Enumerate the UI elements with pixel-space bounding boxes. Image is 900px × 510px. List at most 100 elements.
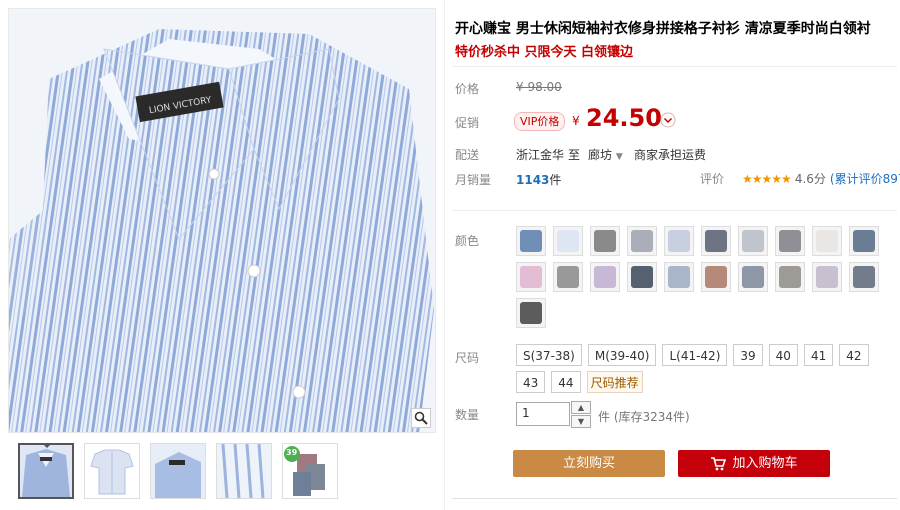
swatch-thumbnail xyxy=(520,230,542,252)
increment-icon[interactable]: ▲ xyxy=(571,401,591,414)
thumbnail-4[interactable] xyxy=(216,443,272,499)
size-options: S(37-38) M(39-40) L(41-42) 39 40 41 42 43 44 尺码推荐 xyxy=(516,344,886,393)
color-swatch[interactable] xyxy=(627,262,657,292)
divider xyxy=(452,66,897,67)
color-swatch[interactable] xyxy=(849,262,879,292)
color-swatch[interactable] xyxy=(516,298,546,328)
size-option[interactable]: 44 xyxy=(551,371,581,393)
size-option[interactable]: M(39-40) xyxy=(587,344,657,366)
ship-destination-select[interactable]: 廊坊 ▼ xyxy=(588,146,623,163)
sales-unit: 件 xyxy=(549,173,562,187)
cart-icon xyxy=(711,456,727,470)
stock-text: 件 (库存3234件) xyxy=(598,410,690,424)
currency-symbol: ¥ xyxy=(572,114,580,128)
size-option[interactable]: 42 xyxy=(839,344,869,366)
thumbnail-2[interactable] xyxy=(84,443,140,499)
color-swatch[interactable] xyxy=(553,262,583,292)
sales-label: 月销量 xyxy=(455,173,492,187)
ship-from: 浙江金华 xyxy=(516,148,565,162)
swatch-thumbnail xyxy=(631,266,653,288)
size-option[interactable]: S(37-38) xyxy=(516,344,582,366)
color-swatch[interactable] xyxy=(664,226,694,256)
color-swatches xyxy=(516,226,896,328)
swatch-thumbnail xyxy=(779,230,801,252)
product-title: 开心赚宝 男士休闲短袖衬衣修身拼接格子衬衫 清凉夏季时尚白领衬 xyxy=(455,21,871,37)
shipping-fee: 商家承担运费 xyxy=(634,148,707,162)
decrement-icon[interactable]: ▼ xyxy=(571,415,591,428)
ship-destination: 廊坊 xyxy=(588,148,613,162)
thumb-badge: 39 xyxy=(286,448,298,457)
divider xyxy=(452,498,897,499)
quantity-stepper: ▲ ▼ xyxy=(571,401,591,428)
rating-area: 评价 ★★★★★ 4.6分 (累计评价897) xyxy=(700,170,900,187)
swatch-thumbnail xyxy=(742,230,764,252)
price-label: 价格 xyxy=(455,82,480,96)
size-option[interactable]: 43 xyxy=(516,371,546,393)
swatch-thumbnail xyxy=(816,230,838,252)
swatch-thumbnail xyxy=(779,266,801,288)
color-swatch[interactable] xyxy=(775,262,805,292)
swatch-thumbnail xyxy=(557,266,579,288)
original-price: ¥ 98.00 xyxy=(516,80,562,94)
chevron-down-icon[interactable] xyxy=(660,112,676,128)
sale-price: 24.50 xyxy=(586,104,662,132)
quantity-input[interactable]: 1 xyxy=(516,402,570,426)
size-option[interactable]: 39 xyxy=(733,344,763,366)
column-divider xyxy=(444,0,445,510)
size-option[interactable]: 40 xyxy=(768,344,798,366)
buy-now-button[interactable]: 立刻购买 xyxy=(513,450,665,477)
size-recommend-link[interactable]: 尺码推荐 xyxy=(586,371,643,393)
color-swatch[interactable] xyxy=(590,262,620,292)
color-swatch[interactable] xyxy=(775,226,805,256)
size-option[interactable]: 41 xyxy=(803,344,834,366)
vip-badge: VIP价格 xyxy=(514,112,566,131)
size-option[interactable]: L(41-42) xyxy=(662,344,728,366)
ship-to-word: 至 xyxy=(568,148,581,162)
promo-label: 促销 xyxy=(455,116,480,130)
swatch-thumbnail xyxy=(594,230,616,252)
color-swatch[interactable] xyxy=(627,226,657,256)
main-product-image[interactable]: LION VICTORY xyxy=(8,8,436,433)
sales-count: 1143件 xyxy=(516,171,561,188)
color-swatch[interactable] xyxy=(516,262,546,292)
shirt-illustration: LION VICTORY xyxy=(9,9,435,432)
swatch-thumbnail xyxy=(594,266,616,288)
thumbnail-1[interactable] xyxy=(18,443,74,499)
color-swatch[interactable] xyxy=(701,226,731,256)
add-to-cart-button[interactable]: 加入购物车 xyxy=(678,450,830,477)
swatch-thumbnail xyxy=(520,266,542,288)
review-count-link[interactable]: (累计评价897) xyxy=(830,170,900,187)
promo-text: 特价秒杀中 只限今天 白领镶边 xyxy=(455,45,634,60)
swatch-thumbnail xyxy=(668,230,690,252)
magnifier-icon[interactable] xyxy=(411,408,431,428)
color-swatch[interactable] xyxy=(664,262,694,292)
swatch-thumbnail xyxy=(631,230,653,252)
rating-score: 4.6分 xyxy=(794,172,826,186)
thumbnail-strip: 39 xyxy=(18,443,338,501)
swatch-thumbnail xyxy=(853,266,875,288)
sales-number: 1143 xyxy=(516,173,550,187)
quantity-label: 数量 xyxy=(455,408,480,422)
rating-label: 评价 xyxy=(700,172,725,186)
color-swatch[interactable] xyxy=(849,226,879,256)
swatch-thumbnail xyxy=(853,230,875,252)
swatch-thumbnail xyxy=(742,266,764,288)
color-swatch[interactable] xyxy=(553,226,583,256)
color-swatch[interactable] xyxy=(516,226,546,256)
add-to-cart-label: 加入购物车 xyxy=(732,456,798,471)
thumbnail-3[interactable] xyxy=(150,443,206,499)
color-swatch[interactable] xyxy=(738,262,768,292)
divider xyxy=(452,210,897,211)
swatch-thumbnail xyxy=(520,302,542,324)
shipping-label: 配送 xyxy=(455,148,480,162)
swatch-thumbnail xyxy=(816,266,838,288)
swatch-thumbnail xyxy=(705,266,727,288)
color-swatch[interactable] xyxy=(590,226,620,256)
color-swatch[interactable] xyxy=(738,226,768,256)
color-swatch[interactable] xyxy=(812,262,842,292)
color-swatch[interactable] xyxy=(701,262,731,292)
color-swatch[interactable] xyxy=(812,226,842,256)
thumbnail-5[interactable]: 39 xyxy=(282,443,338,499)
color-label: 颜色 xyxy=(455,234,480,248)
stars-icon: ★★★★★ xyxy=(742,171,792,186)
